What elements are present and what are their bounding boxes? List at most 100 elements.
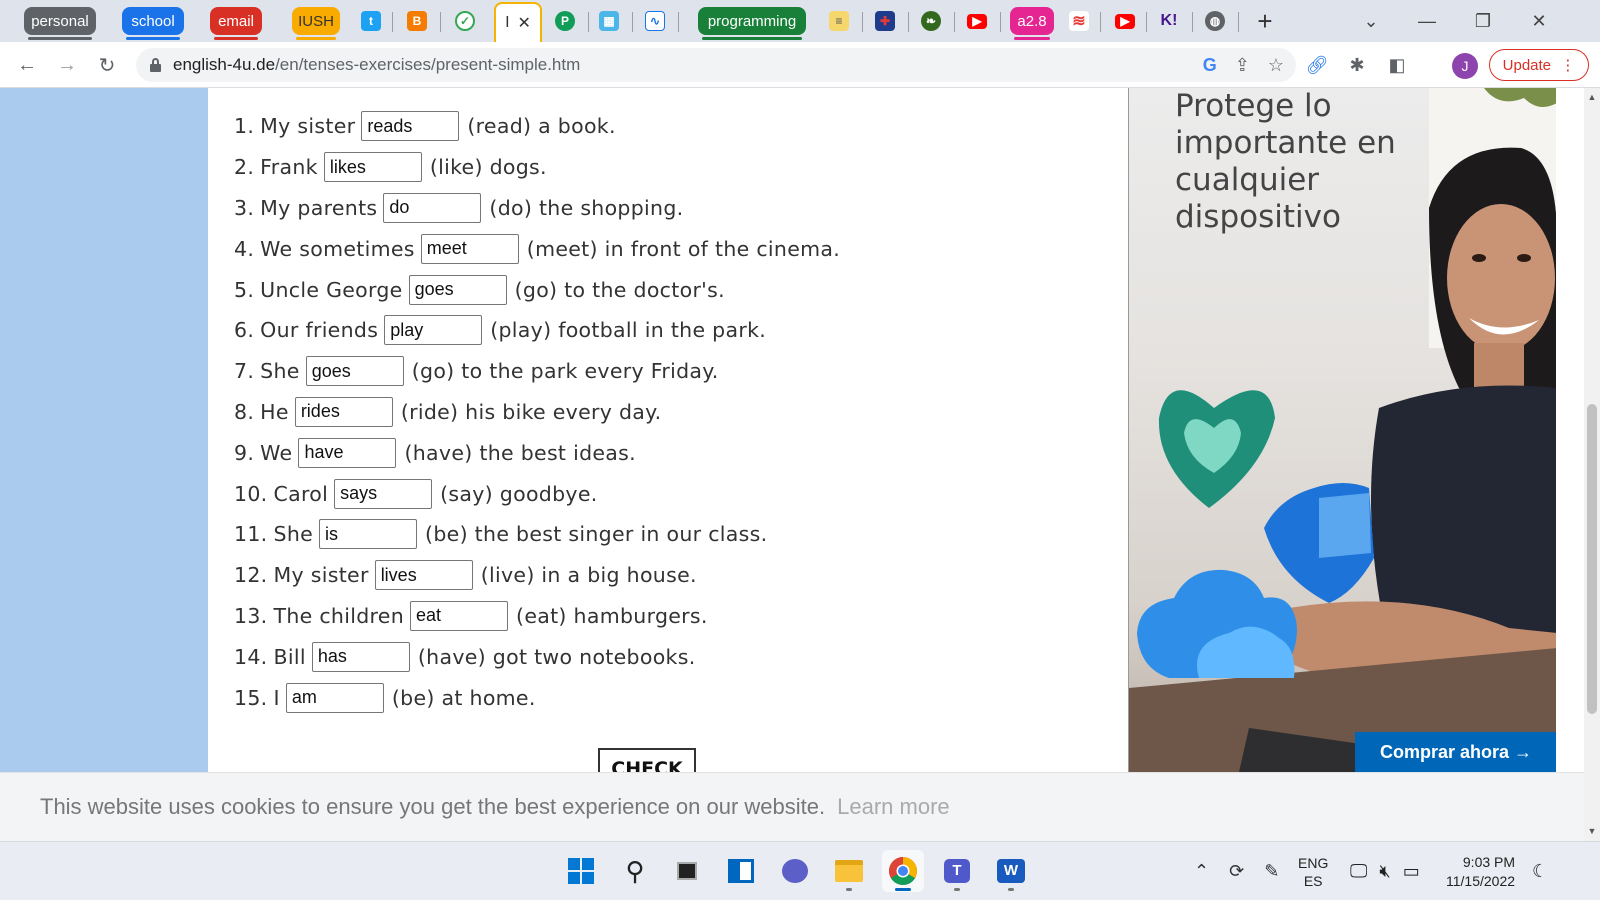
notifications-button[interactable]: ☾ — [1532, 842, 1548, 901]
answer-input[interactable] — [298, 437, 397, 468]
exercise-text-before: Bill — [273, 644, 306, 669]
widgets-button[interactable] — [720, 850, 762, 892]
tab-p[interactable]: P — [552, 6, 578, 36]
address-bar[interactable]: english-4u.de/en/tenses-exercises/presen… — [136, 48, 1296, 82]
clock[interactable]: 9:03 PM 11/15/2022 — [1446, 842, 1515, 901]
ad-defender-logo-inner — [1319, 493, 1371, 558]
language-indicator[interactable]: ENG ES — [1298, 842, 1328, 901]
tab-group-a28[interactable]: a2.8 — [1010, 7, 1054, 40]
tab-twitter-like[interactable]: t — [358, 6, 384, 36]
extensions-puzzle-icon[interactable]: ✱ — [1344, 52, 1370, 78]
bookmark-star-icon[interactable]: ☆ — [1268, 55, 1284, 76]
file-explorer-button[interactable] — [828, 850, 870, 892]
answer-input[interactable] — [285, 682, 384, 713]
running-indicator — [846, 888, 852, 891]
grid-icon: ▦ — [599, 11, 619, 31]
show-hidden-icons-chevron-icon[interactable]: ⌃ — [1194, 861, 1209, 882]
leaf-icon: ❧ — [921, 11, 941, 31]
ad-cta-label: Comprar ahora → — [1379, 741, 1533, 762]
pen-icon[interactable]: ✎ — [1264, 861, 1279, 882]
close-window-button[interactable]: ✕ — [1524, 8, 1554, 34]
side-panel-icon[interactable]: ◧ — [1384, 52, 1410, 78]
sync-icon[interactable]: ⟳ — [1229, 861, 1244, 882]
tab-leaf[interactable]: ❧ — [918, 6, 944, 36]
quick-settings[interactable]: 🖵︎ 🔇︎ ▭ — [1350, 842, 1420, 901]
chat-button[interactable] — [774, 850, 816, 892]
tab-group-iush[interactable]: IUSH — [292, 7, 340, 40]
tab-uk[interactable]: ✚ — [872, 6, 898, 36]
update-button[interactable]: Update ⋮ — [1489, 49, 1589, 81]
word-button[interactable]: W — [990, 850, 1032, 892]
teams-button[interactable]: T — [936, 850, 978, 892]
tab-search-button[interactable]: ⌄ — [1356, 8, 1386, 34]
tab-group-email[interactable]: email — [210, 7, 262, 40]
tab-chart[interactable]: ∿ — [642, 6, 668, 36]
answer-input[interactable] — [361, 111, 460, 142]
advertisement[interactable]: Protege lo importante en cualquier dispo… — [1128, 88, 1556, 772]
link-extension-icon[interactable]: 🔗︎ — [1304, 52, 1330, 78]
profile-avatar[interactable]: J — [1452, 53, 1478, 79]
answer-input[interactable] — [374, 560, 473, 591]
lock-icon[interactable] — [150, 58, 161, 72]
reload-button[interactable]: ↻ — [92, 50, 122, 80]
answer-input[interactable] — [384, 315, 483, 346]
tab-kahoot[interactable]: K! — [1156, 6, 1182, 36]
tab-wave[interactable]: ≋ — [1066, 6, 1092, 36]
tab-blogger[interactable]: B — [404, 6, 430, 36]
exercise-text-before: He — [260, 399, 289, 424]
learn-more-link[interactable]: Learn more — [837, 794, 950, 820]
answer-input[interactable] — [311, 641, 410, 672]
chrome-taskbar-button[interactable] — [882, 850, 924, 892]
tab-group-school[interactable]: school — [122, 7, 184, 40]
start-button[interactable] — [560, 850, 602, 892]
network-icon: 🖵︎ — [1350, 861, 1368, 881]
exercise-text-before: We — [260, 440, 293, 465]
tab-group-programming[interactable]: programming — [698, 7, 806, 40]
answer-input[interactable] — [420, 233, 519, 264]
left-sidebar-band — [0, 88, 208, 772]
close-tab-icon[interactable]: ✕ — [518, 13, 531, 33]
back-button[interactable]: ← — [12, 50, 42, 80]
answer-input[interactable] — [408, 274, 507, 305]
tab-youtube[interactable]: ▶ — [964, 6, 990, 36]
ad-buy-now-button[interactable]: Comprar ahora → — [1355, 732, 1556, 772]
check-button[interactable]: CHECK — [598, 748, 696, 772]
running-indicator — [1008, 888, 1014, 891]
new-tab-button[interactable]: + — [1250, 6, 1280, 36]
share-icon[interactable]: ⇪ — [1235, 55, 1250, 76]
scrollbar-thumb[interactable] — [1587, 404, 1597, 714]
google-translate-icon[interactable]: G — [1203, 55, 1217, 76]
chart-icon: ∿ — [645, 11, 665, 31]
tab-grid[interactable]: ▦ — [596, 6, 622, 36]
answer-input[interactable] — [323, 152, 422, 183]
answer-input[interactable] — [410, 600, 509, 631]
restore-button[interactable]: ❐ — [1468, 8, 1498, 34]
taskbar-search-button[interactable]: ⚲ — [614, 850, 656, 892]
tab-group-personal[interactable]: personal — [24, 7, 96, 40]
exercise-number: 2. — [234, 155, 255, 180]
task-view-button[interactable] — [666, 850, 708, 892]
tab-group-underline — [702, 37, 802, 40]
exercise-text-after: (read) a book. — [467, 114, 616, 139]
answer-input[interactable] — [319, 519, 418, 550]
forward-button[interactable]: → — [52, 50, 82, 80]
minimize-button[interactable]: — — [1412, 8, 1442, 34]
scroll-up-arrow-icon[interactable]: ▲ — [1587, 92, 1597, 104]
tab-youtube-2[interactable]: ▶ — [1112, 6, 1138, 36]
answer-input[interactable] — [383, 192, 482, 223]
tab-check[interactable]: ✓ — [452, 6, 478, 36]
page-scrollbar[interactable]: ▲ ▼ — [1584, 88, 1600, 841]
exercise-text-after: (ride) his bike every day. — [400, 399, 662, 424]
exercise-text-before: Frank — [260, 155, 318, 180]
url-text[interactable]: english-4u.de/en/tenses-exercises/presen… — [173, 55, 580, 75]
answer-input[interactable] — [334, 478, 433, 509]
answer-input[interactable] — [294, 396, 393, 427]
scroll-down-arrow-icon[interactable]: ▼ — [1587, 826, 1597, 838]
clock-time: 9:03 PM — [1462, 853, 1516, 870]
exercise-number: 11. — [234, 522, 268, 547]
tab-globe[interactable]: ◍ — [1202, 6, 1228, 36]
active-tab[interactable]: I ✕ — [494, 2, 542, 42]
tab-notes[interactable]: ≡ — [826, 6, 852, 36]
youtube-icon: ▶ — [967, 13, 987, 29]
answer-input[interactable] — [305, 356, 404, 387]
